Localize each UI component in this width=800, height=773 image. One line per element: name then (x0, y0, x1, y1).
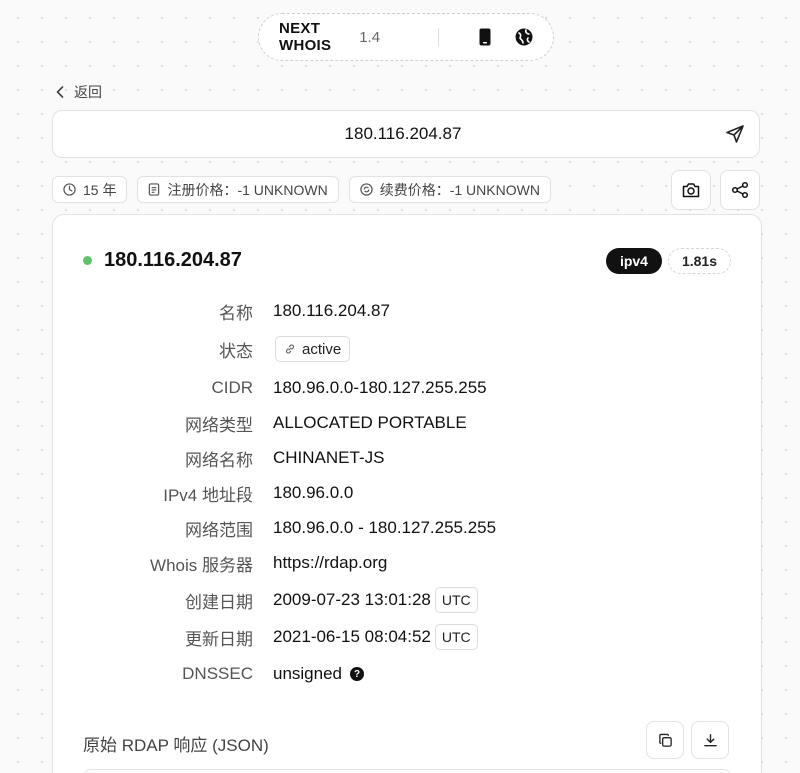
share-button[interactable] (720, 170, 760, 210)
field-row-ipv4: IPv4 地址段 180.96.0.0 (53, 479, 761, 507)
field-value: 180.96.0.0 (273, 483, 354, 502)
age-text: 15 年 (83, 181, 117, 198)
send-icon[interactable] (725, 124, 745, 144)
field-label: 状态 (219, 341, 253, 361)
top-bar: NEXT WHOIS 1.4 (258, 13, 554, 61)
dnssec-value: unsigned (273, 664, 343, 683)
field-value: 180.96.0.0 - 180.127.255.255 (273, 518, 497, 537)
field-row-created: 创建日期 2009-07-23 13:01:28 UTC (53, 586, 761, 614)
field-label: 名称 (219, 303, 253, 323)
field-row-net-name: 网络名称 CHINANET-JS (53, 444, 761, 472)
result-tags: ipv4 1.81s (605, 248, 731, 274)
field-label: 网络类型 (185, 415, 253, 435)
raw-json-box[interactable] (83, 769, 731, 773)
search-input[interactable] (53, 111, 713, 157)
renew-icon (360, 183, 373, 196)
field-row-whois: Whois 服务器 https://rdap.org (53, 549, 761, 577)
type-tag: ipv4 (605, 248, 662, 274)
updated-date: 2021-06-15 08:04:52 (273, 627, 431, 646)
camera-icon (682, 183, 700, 198)
field-label: 网络范围 (185, 520, 253, 540)
timezone-badge: UTC (434, 624, 478, 650)
renew-price-text: 续费价格：-1 UNKNOWN (379, 181, 540, 198)
time-tag: 1.81s (667, 248, 731, 274)
divider (438, 28, 439, 46)
status-dot (83, 256, 92, 265)
clock-icon (63, 183, 76, 196)
field-value: CHINANET-JS (273, 448, 385, 467)
back-label: 返回 (74, 84, 102, 100)
field-label: Whois 服务器 (150, 555, 253, 575)
result-card: 180.116.204.87 ipv4 1.81s 名称 180.116.204… (52, 214, 762, 773)
field-label: 网络名称 (185, 450, 253, 470)
field-label: 更新日期 (185, 629, 253, 649)
field-value: 2009-07-23 13:01:28 UTC (273, 587, 478, 613)
link-icon (285, 344, 295, 354)
field-value: 180.116.204.87 (273, 301, 390, 320)
search-bar (52, 110, 760, 158)
timezone-badge: UTC (434, 587, 478, 613)
brand-name[interactable]: NEXT WHOIS (279, 20, 351, 54)
mobile-icon[interactable] (477, 26, 493, 48)
field-row-range: 网络范围 180.96.0.0 - 180.127.255.255 (53, 514, 761, 542)
field-row-status: 状态 active (53, 335, 761, 363)
field-value: ALLOCATED PORTABLE (273, 413, 467, 432)
screenshot-button[interactable] (671, 170, 711, 210)
field-row-updated: 更新日期 2021-06-15 08:04:52 UTC (53, 623, 761, 651)
info-chips: 15 年 注册价格：-1 UNKNOWN 续费价格：-1 UNKNOWN (52, 176, 551, 204)
app-version: 1.4 (359, 28, 381, 46)
copy-icon (658, 733, 672, 747)
result-title: 180.116.204.87 (104, 249, 242, 271)
status-text: active (302, 340, 342, 358)
field-value: 2021-06-15 08:04:52 UTC (273, 624, 478, 650)
help-icon[interactable]: ? (350, 667, 365, 681)
result-header: 180.116.204.87 (83, 249, 242, 272)
globe-icon[interactable] (515, 26, 533, 48)
field-row-dnssec: DNSSEC unsigned ? (53, 660, 761, 688)
download-button[interactable] (691, 721, 729, 759)
field-row-cidr: CIDR 180.96.0.0-180.127.255.255 (53, 374, 761, 402)
back-link[interactable]: 返回 (56, 82, 102, 102)
field-label: DNSSEC (182, 664, 253, 683)
renew-price-chip: 续费价格：-1 UNKNOWN (348, 176, 551, 203)
share-icon (731, 181, 749, 199)
field-value: 180.96.0.0-180.127.255.255 (273, 378, 487, 397)
document-icon (149, 183, 160, 196)
status-badge[interactable]: active (275, 336, 351, 362)
copy-button[interactable] (646, 721, 684, 759)
raw-response-title: 原始 RDAP 响应 (JSON) (83, 736, 269, 755)
age-chip: 15 年 (52, 176, 128, 203)
whois-server-link[interactable]: https://rdap.org (273, 553, 387, 573)
register-price-chip: 注册价格：-1 UNKNOWN (137, 176, 339, 203)
field-value: active (273, 336, 351, 362)
field-value: unsigned ? (273, 664, 365, 684)
field-label: IPv4 地址段 (163, 485, 253, 505)
field-row-net-type: 网络类型 ALLOCATED PORTABLE (53, 409, 761, 437)
created-date: 2009-07-23 13:01:28 (273, 590, 431, 609)
chevron-left-icon (56, 86, 64, 98)
field-row-name: 名称 180.116.204.87 (53, 297, 761, 325)
field-label: 创建日期 (185, 592, 253, 612)
field-label: CIDR (211, 378, 253, 397)
register-price-text: 注册价格：-1 UNKNOWN (167, 181, 328, 198)
download-icon (703, 733, 717, 746)
